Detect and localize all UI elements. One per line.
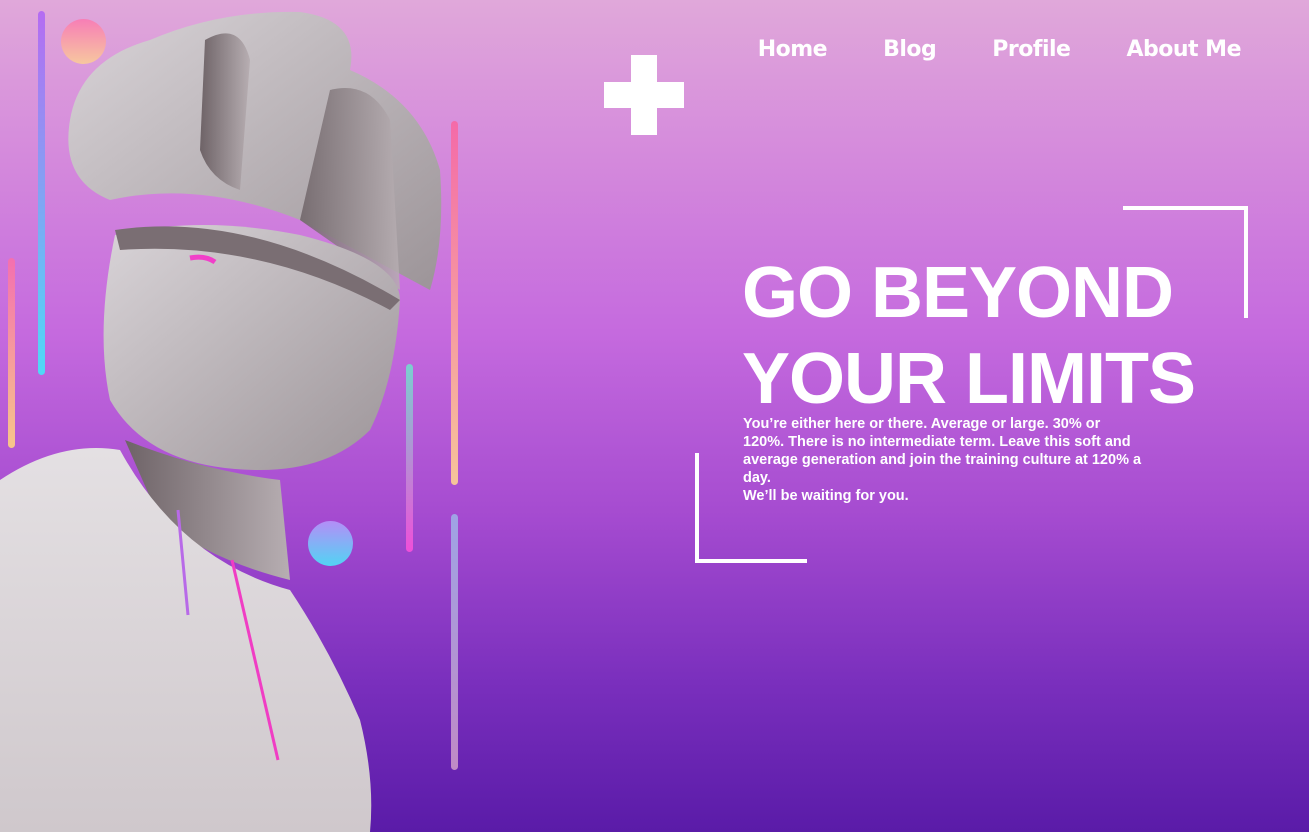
- decor-circle-blue: [308, 521, 353, 566]
- hero-headline-line2: YOUR LIMITS: [742, 339, 1196, 419]
- nav-about-link[interactable]: About Me: [1126, 36, 1241, 64]
- statue-illustration: [0, 11, 442, 832]
- hero-headline: GO BEYOND YOUR LIMITS: [742, 250, 1196, 422]
- nav-blog-link[interactable]: Blog: [883, 36, 937, 64]
- nav-home-link[interactable]: Home: [758, 36, 828, 64]
- nav-profile-link[interactable]: Profile: [992, 36, 1071, 64]
- bracket-bottom-left: [695, 453, 807, 563]
- main-nav: Home Blog Profile About Me: [758, 36, 1242, 64]
- hero-headline-line1: GO BEYOND: [742, 253, 1174, 333]
- plus-icon: [604, 55, 684, 135]
